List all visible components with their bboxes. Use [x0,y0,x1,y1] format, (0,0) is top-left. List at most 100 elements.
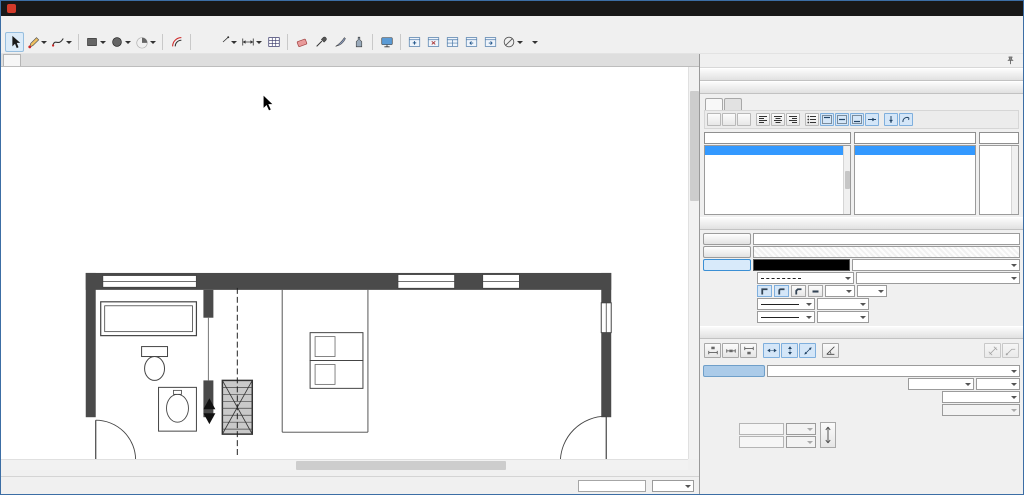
chevron-down-icon[interactable] [125,40,131,47]
scale-select[interactable] [767,365,1020,377]
chevron-down-icon[interactable] [41,40,47,47]
stroke-width-select[interactable] [852,259,1020,271]
text-rotate-button[interactable] [899,113,913,126]
start-presentation-button[interactable] [377,32,396,52]
dim-extension-button[interactable] [984,343,1001,358]
rectangle-tool[interactable] [83,32,108,52]
link-values-button[interactable] [820,422,836,448]
scroll-up-icon[interactable] [1012,146,1019,153]
text-horizontal-button[interactable] [865,113,879,126]
text-tool[interactable] [195,32,214,52]
horizontal-scroll-thumb[interactable] [296,461,506,470]
tab-format[interactable] [705,98,723,110]
chevron-down-icon[interactable] [256,40,262,47]
tab-list[interactable] [724,98,742,110]
dim-vertical-button[interactable] [781,343,798,358]
dimension-style-panel-header[interactable] [700,326,1023,339]
underline-button[interactable] [737,113,751,126]
join-select[interactable] [825,285,855,297]
anchor-bottom-button[interactable] [850,113,864,126]
vertical-scrollbar[interactable] [688,67,699,459]
scroll-up-icon[interactable] [844,146,851,153]
chevron-down-icon[interactable] [231,40,237,47]
family-input[interactable] [704,132,851,144]
list-item[interactable] [855,155,975,164]
join-tool[interactable] [349,32,368,52]
length-format-select[interactable] [908,378,974,390]
bold-button[interactable] [707,113,721,126]
list-item[interactable] [705,163,850,172]
list-item[interactable] [705,189,850,198]
toolbar-overflow-button[interactable] [525,32,544,52]
miter-join-button[interactable] [757,285,772,297]
align-center-button[interactable] [771,113,785,126]
end-arrow-size-select[interactable] [817,311,869,323]
extension-start-field[interactable] [739,422,784,435]
scroll-up-icon[interactable] [689,67,700,78]
start-arrow-size-select[interactable] [817,298,869,310]
cap-style-button[interactable] [808,285,823,297]
dim-text-below-button[interactable] [740,343,757,358]
auto-scale-button[interactable] [703,365,765,377]
chevron-down-icon[interactable] [66,40,72,47]
render-mode-dropdown[interactable] [500,32,525,52]
dim-text-center-button[interactable] [722,343,739,358]
arc-tool[interactable] [133,32,158,52]
offset-tool[interactable] [167,32,186,52]
pattern-swatch[interactable] [753,246,1020,258]
dim-leader-button[interactable] [1002,343,1019,358]
size-list-scrollbar[interactable] [1011,146,1018,214]
extension-end-units-select[interactable] [786,435,816,448]
family-list[interactable] [704,145,851,215]
stroke-color-swatch[interactable] [753,259,850,271]
align-right-button[interactable] [786,113,800,126]
list-item[interactable] [705,146,850,155]
list-item[interactable] [705,198,850,207]
dim-text-above-button[interactable] [704,343,721,358]
chevron-down-icon[interactable] [517,40,523,47]
pattern-button[interactable] [703,246,751,258]
list-item[interactable] [705,155,850,164]
fill-color-swatch[interactable] [753,233,1020,245]
dim-angle-button[interactable] [822,343,839,358]
list-item[interactable] [705,207,850,214]
start-arrow-select[interactable] [757,298,815,310]
style-tool[interactable] [311,32,330,52]
stroke-button[interactable] [703,259,751,271]
extension-end-field[interactable] [739,435,784,448]
length-units-select[interactable] [976,378,1020,390]
split-tool[interactable] [330,32,349,52]
bullet-list-button[interactable] [805,113,819,126]
next-page-button[interactable] [481,32,500,52]
bevel-join-button[interactable] [791,285,806,297]
dim-aligned-button[interactable] [799,343,816,358]
table-tool[interactable] [264,32,283,52]
drawing-canvas[interactable] [1,67,699,470]
label-tool[interactable] [214,32,239,52]
dim-horizontal-button[interactable] [763,343,780,358]
list-item[interactable] [855,146,975,155]
fill-button[interactable] [703,233,751,245]
document-tab[interactable] [3,54,21,66]
text-style-panel-header[interactable] [700,81,1023,94]
anchor-middle-button[interactable] [835,113,849,126]
angle-select[interactable] [942,404,1020,416]
shape-style-panel-header[interactable] [700,217,1023,230]
size-input[interactable] [979,132,1019,144]
scroll-thumb[interactable] [844,171,850,189]
family-list-scrollbar[interactable] [843,146,850,214]
select-tool[interactable] [5,32,24,52]
anchor-top-button[interactable] [820,113,834,126]
text-vertical-button[interactable] [884,113,898,126]
chevron-down-icon[interactable] [150,40,156,47]
list-item[interactable] [705,172,850,181]
zoom-select[interactable] [652,479,694,492]
horizontal-scrollbar[interactable] [1,459,688,470]
typeface-input[interactable] [854,132,976,144]
dash-scale-select[interactable] [856,272,1020,284]
extension-start-units-select[interactable] [786,422,816,435]
typeface-list[interactable] [854,145,976,215]
paper[interactable] [1,67,688,459]
vertical-scroll-thumb[interactable] [690,91,699,201]
dimension-tool[interactable] [239,32,264,52]
